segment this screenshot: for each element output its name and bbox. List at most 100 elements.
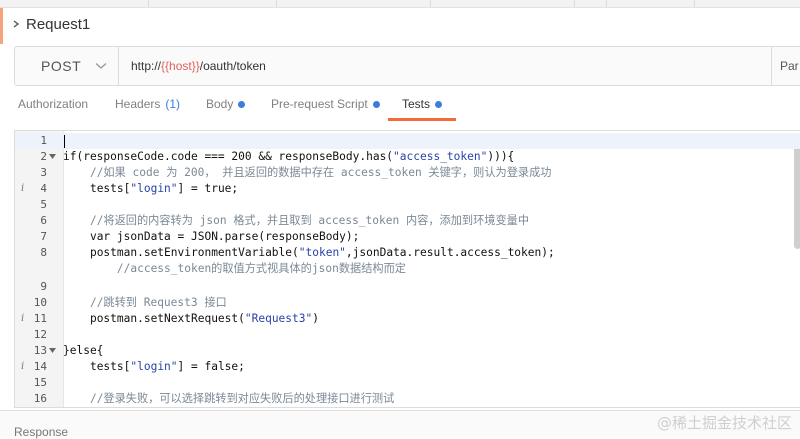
top-tab-strip [0, 0, 800, 8]
line-number: 7 [40, 230, 47, 243]
code-line[interactable]: 10 //跳转到 Request3 接口 [15, 295, 800, 311]
code-token: tests[ [89, 360, 131, 373]
response-section: Response @稀土掘金技术社区 [0, 410, 800, 439]
code-string: "Request3" [244, 312, 313, 325]
modified-dot-icon [435, 100, 443, 108]
code-text: tests["login"] = false; [63, 359, 245, 375]
tab-label: Headers [115, 97, 161, 111]
code-line[interactable]: 17 //postman.setNextRequest("Other Reque… [15, 407, 800, 408]
code-token: ] = false; [177, 360, 245, 373]
line-number: 10 [33, 296, 47, 309]
code-comment: //登录失败，可以选择跳转到对应失败后的处理接口进行测试 [89, 392, 395, 405]
line-number: 11 [33, 312, 47, 325]
code-text: if(responseCode.code === 200 && response… [63, 149, 514, 165]
line-number: 12 [33, 328, 47, 341]
tab-authorization[interactable]: Authorization [18, 88, 88, 120]
fold-arrow-icon[interactable] [49, 154, 56, 160]
watermark: @稀土掘金技术社区 [656, 414, 792, 432]
code-comment: //access_token的取值方式视具体的json数据结构而定 [116, 262, 406, 275]
code-line[interactable]: 11 i postman.setNextRequest("Request3") [15, 311, 800, 327]
code-text: //跳转到 Request3 接口 [63, 295, 227, 311]
line-number: 9 [40, 280, 47, 293]
line-number: 1 [40, 134, 47, 147]
code-line[interactable]: 16 //登录失败，可以选择跳转到对应失败后的处理接口进行测试 [15, 391, 800, 407]
modified-dot-icon [238, 100, 246, 108]
code-token: }else{ [63, 344, 104, 357]
url-host-variable: {{host}} [161, 59, 200, 73]
code-line[interactable]: 14 i tests["login"] = false; [15, 359, 800, 375]
request-tabs: Authorization Headers (1) Body Pre-request S… [0, 88, 800, 122]
tab-label: Authorization [18, 97, 89, 111]
tab-tests[interactable]: Tests [402, 88, 443, 120]
code-comment: //跳转到 Request3 接口 [89, 296, 227, 309]
info-icon[interactable]: i [21, 311, 24, 327]
code-line[interactable]: 1 [15, 133, 800, 149]
code-string: "token" [298, 246, 346, 259]
code-line[interactable]: 15 [15, 375, 800, 391]
line-number: 15 [33, 376, 47, 389]
code-token: postman.setEnvironmentVariable( [89, 246, 299, 259]
info-icon[interactable]: i [21, 359, 24, 375]
fold-arrow-icon[interactable] [49, 348, 56, 354]
url-bar: POST http://{{host}}/oauth/token Par [14, 46, 800, 86]
tab-pre-request-script[interactable]: Pre-request Script [271, 88, 380, 120]
code-string: "login" [130, 360, 178, 373]
line-number: 16 [33, 392, 47, 405]
code-line[interactable]: 2 if(responseCode.code === 200 && respons… [15, 149, 800, 165]
info-icon[interactable]: i [21, 181, 24, 197]
request-title[interactable]: Request1 [12, 10, 90, 38]
line-number: 13 [33, 344, 47, 357]
code-text: }else{ [63, 343, 103, 359]
code-line[interactable]: 7 var jsonData = JSON.parse(responseBody… [15, 229, 800, 245]
code-text: tests["login"] = true; [63, 181, 238, 197]
line-number: 3 [40, 166, 47, 179]
code-line[interactable]: 9 [15, 279, 800, 295]
line-number: 17 [15, 407, 47, 408]
code-line[interactable]: //access_token的取值方式视具体的json数据结构而定 [15, 261, 800, 277]
tab-label: Body [206, 97, 234, 111]
code-text: //access_token的取值方式视具体的json数据结构而定 [63, 261, 406, 277]
text-caret [64, 135, 65, 148]
tab-body[interactable]: Body [206, 88, 246, 120]
code-token: ] = true; [177, 182, 239, 195]
code-comment: //将返回的内容转为 json 格式，并且取到 access_token 内容，… [89, 214, 530, 227]
code-comment: //如果 code 为 200， 并且返回的数据中存在 access_token… [89, 166, 552, 179]
line-number: 8 [40, 246, 47, 259]
code-line[interactable]: 4 i tests["login"] = true; [15, 181, 800, 197]
code-editor[interactable]: 1 2 if(responseCode.code === 200 && respon… [14, 130, 800, 408]
chevron-right-icon[interactable] [12, 20, 20, 28]
code-line[interactable]: 6 //将返回的内容转为 json 格式，并且取到 access_token 内… [15, 213, 800, 229]
tab-count: (1) [165, 97, 181, 111]
tab-label: Pre-request Script [271, 97, 368, 111]
code-line[interactable]: 5 [15, 197, 800, 213]
request-name: Request1 [26, 15, 91, 33]
modified-dot-icon [372, 100, 380, 108]
chevron-down-icon [95, 63, 107, 69]
code-text: //将返回的内容转为 json 格式，并且取到 access_token 内容，… [63, 213, 529, 229]
line-number: 5 [40, 198, 47, 211]
code-token: ))){ [487, 150, 515, 163]
tab-headers[interactable]: Headers (1) [115, 88, 180, 120]
code-token: ) [312, 312, 319, 325]
line-number: 2 [40, 150, 47, 163]
code-text: //postman.setNextRequest("Other Request"… [63, 407, 366, 408]
active-tab-underline [388, 118, 456, 121]
code-token: if(responseCode.code === 200 && response… [63, 150, 394, 163]
code-token: ,jsonData.result.access_token); [345, 246, 555, 259]
code-line[interactable]: 3 //如果 code 为 200， 并且返回的数据中存在 access_tok… [15, 165, 800, 181]
method-label: POST [41, 58, 82, 74]
code-token: tests[ [89, 182, 131, 195]
params-button[interactable]: Par [771, 47, 800, 85]
code-line[interactable]: 8 postman.setEnvironmentVariable("token"… [15, 245, 800, 261]
line-number: 6 [40, 214, 47, 227]
url-input[interactable]: http://{{host}}/oauth/token [119, 47, 771, 85]
code-string: "login" [130, 182, 178, 195]
tab-label: Tests [402, 97, 431, 111]
code-text: postman.setEnvironmentVariable("token",j… [63, 245, 555, 261]
method-select[interactable]: POST [15, 47, 119, 85]
code-line[interactable]: 13 }else{ [15, 343, 800, 359]
response-label: Response [14, 425, 69, 439]
code-text: postman.setNextRequest("Request3") [63, 311, 319, 327]
code-line[interactable]: 12 [15, 327, 800, 343]
code-text: var jsonData = JSON.parse(responseBody); [63, 229, 359, 245]
